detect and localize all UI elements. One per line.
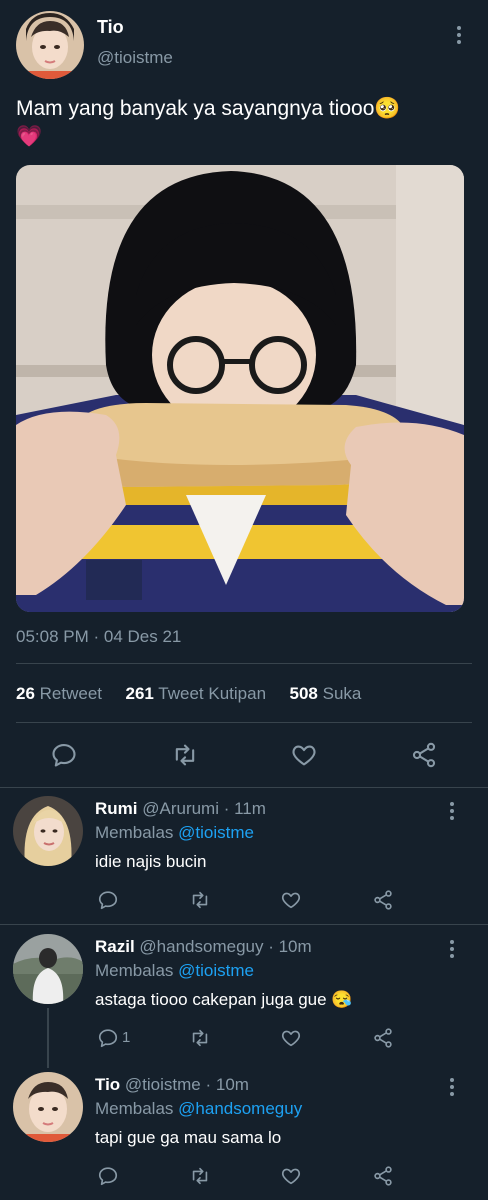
share-icon[interactable]	[372, 889, 394, 911]
like-count[interactable]: 508 Suka	[290, 684, 362, 703]
replying-to-link[interactable]: @tioistme	[178, 823, 254, 842]
tweet-stats: 26 Retweet 261 Tweet Kutipan 508 Suka	[16, 684, 361, 704]
author-name[interactable]: Tio	[97, 17, 124, 38]
reply-time: · 11m	[223, 799, 266, 818]
share-icon[interactable]	[372, 1027, 394, 1049]
reply-icon[interactable]	[97, 1027, 119, 1049]
retweet-icon[interactable]	[188, 889, 212, 911]
thread-line	[47, 1008, 49, 1068]
author-avatar[interactable]	[16, 11, 84, 79]
reply-more-icon[interactable]	[449, 940, 455, 958]
like-icon[interactable]	[280, 1165, 302, 1187]
reply-time: · 10m	[268, 937, 312, 956]
reply-text: tapi gue ga mau sama lo	[95, 1128, 282, 1147]
divider	[0, 787, 488, 788]
reply-header: Razil @handsomeguy · 10m	[95, 937, 312, 957]
reply-avatar[interactable]	[13, 934, 83, 1004]
replying-to-link[interactable]: @handsomeguy	[178, 1099, 302, 1118]
divider	[0, 924, 488, 925]
tweet-timestamp[interactable]: 05:08 PM · 04 Des 21	[16, 627, 181, 647]
divider	[16, 722, 472, 723]
retweet-icon[interactable]	[188, 1027, 212, 1049]
divider	[16, 663, 472, 664]
replying-to-link[interactable]: @tioistme	[178, 961, 254, 980]
tweet-text-line2: 💗	[16, 125, 43, 148]
reply-more-icon[interactable]	[449, 802, 455, 820]
reply-header: Tio @tioistme · 10m	[95, 1075, 249, 1095]
reply-author-handle[interactable]: @tioistme	[125, 1075, 201, 1094]
reply-icon[interactable]	[50, 741, 78, 769]
reply-author-handle[interactable]: @handsomeguy	[139, 937, 263, 956]
reply-time: · 10m	[205, 1075, 249, 1094]
reply-text: idie najis bucin	[95, 852, 207, 871]
reply-author-name[interactable]: Razil	[95, 937, 135, 956]
retweet-icon[interactable]	[188, 1165, 212, 1187]
reply-text: astaga tiooo cakepan juga gue 😪	[95, 990, 353, 1009]
replying-to: Membalas @handsomeguy	[95, 1099, 303, 1118]
retweet-count[interactable]: 26 Retweet	[16, 684, 102, 703]
author-handle[interactable]: @tioistme	[97, 48, 173, 68]
reply-icon[interactable]	[97, 1165, 119, 1187]
replying-to: Membalas @tioistme	[95, 823, 254, 842]
reply-icon[interactable]	[97, 889, 119, 911]
tweet-text: Mam yang banyak ya sayangnya tiooo🥺	[16, 97, 401, 120]
quote-count[interactable]: 261 Tweet Kutipan	[126, 684, 267, 703]
reply-avatar[interactable]	[13, 1072, 83, 1142]
like-icon[interactable]	[280, 889, 302, 911]
reply-header: Rumi @Arurumi · 11m	[95, 799, 266, 819]
share-icon[interactable]	[410, 741, 438, 769]
reply-author-name[interactable]: Tio	[95, 1075, 120, 1094]
replying-to: Membalas @tioistme	[95, 961, 254, 980]
more-options-icon[interactable]	[456, 26, 462, 44]
tweet-photo[interactable]	[16, 165, 464, 612]
retweet-icon[interactable]	[170, 741, 200, 769]
reply-author-name[interactable]: Rumi	[95, 799, 138, 818]
like-icon[interactable]	[290, 741, 318, 769]
reply-author-handle[interactable]: @Arurumi	[142, 799, 219, 818]
share-icon[interactable]	[372, 1165, 394, 1187]
reply-more-icon[interactable]	[449, 1078, 455, 1096]
reply-avatar[interactable]	[13, 796, 83, 866]
like-icon[interactable]	[280, 1027, 302, 1049]
reply-count: 1	[122, 1029, 131, 1046]
